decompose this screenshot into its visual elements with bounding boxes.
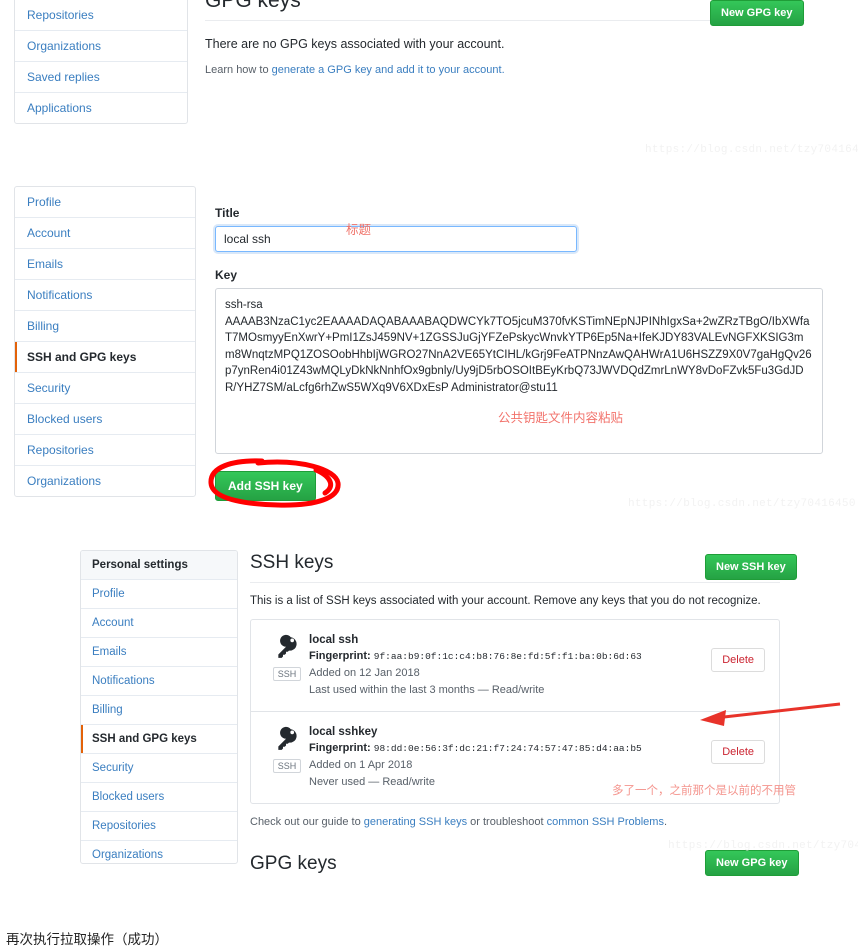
sidebar-item-organizations[interactable]: Organizations	[15, 31, 187, 62]
page-title-ssh-keys: SSH keys	[250, 552, 334, 573]
watermark: https://blog.csdn.net/tzy70416450	[668, 840, 858, 852]
gpg-learn-prefix: Learn how to	[205, 63, 272, 76]
sidebar-item-organizations[interactable]: Organizations	[81, 841, 237, 863]
watermark: https://blog.csdn.net/tzy70416450	[628, 498, 856, 510]
key-icon-column: SSH	[265, 724, 309, 773]
ssh-badge: SSH	[272, 758, 302, 773]
common-ssh-problems-link[interactable]: common SSH Problems	[547, 816, 664, 828]
gpg-learn-line: Learn how to generate a GPG key and add …	[205, 64, 805, 76]
sidebar-item-saved-replies[interactable]: Saved replies	[15, 62, 187, 93]
add-ssh-key-form-section: Profile Account Emails Notifications Bil…	[0, 186, 858, 506]
sidebar-item-ssh-and-gpg-keys[interactable]: SSH and GPG keys	[15, 342, 195, 373]
settings-sidebar-list: Personal settings Profile Account Emails…	[80, 550, 238, 864]
ssh-badge: SSH	[272, 666, 302, 681]
sidebar-item-repositories[interactable]: Repositories	[15, 435, 195, 466]
key-icon	[278, 634, 297, 658]
annotation-extra-key-label: 多了一个，之前那个是以前的不用管	[612, 783, 796, 797]
sidebar-item-ssh-and-gpg-keys[interactable]: SSH and GPG keys	[81, 725, 237, 754]
key-info: local sshkey Fingerprint: 98:dd:0e:56:3f…	[309, 724, 765, 791]
sidebar-item-account[interactable]: Account	[15, 218, 195, 249]
key-added-date: Added on 1 Apr 2018	[309, 758, 413, 771]
ssh-keys-list-section: Personal settings Profile Account Emails…	[0, 540, 858, 876]
sidebar-item-billing[interactable]: Billing	[15, 311, 195, 342]
title-field-label: Title	[215, 206, 240, 220]
add-ssh-key-button[interactable]: Add SSH key	[215, 471, 316, 501]
key-icon-column: SSH	[265, 632, 309, 681]
key-title: local ssh	[309, 633, 359, 646]
new-ssh-key-button[interactable]: New SSH key	[705, 554, 797, 580]
sidebar-item-emails[interactable]: Emails	[15, 249, 195, 280]
key-field-label: Key	[215, 268, 238, 282]
sidebar-item-profile[interactable]: Profile	[81, 580, 237, 609]
sidebar-item-notifications[interactable]: Notifications	[15, 280, 195, 311]
ssh-key-title-input[interactable]	[215, 226, 577, 252]
ssh-key-textarea[interactable]: ssh-rsa AAAAB3NzaC1yc2EAAAADAQABAAABAQDW…	[215, 288, 823, 454]
sidebar-item-security[interactable]: Security	[81, 754, 237, 783]
sidebar-item-organizations[interactable]: Organizations	[15, 466, 195, 496]
sidebar-item-emails[interactable]: Emails	[81, 638, 237, 667]
footnote-middle: or troubleshoot	[467, 815, 547, 828]
key-icon	[278, 726, 297, 750]
sidebar-item-repositories[interactable]: Repositories	[15, 0, 187, 31]
key-title: local sshkey	[309, 725, 378, 738]
title-divider	[250, 582, 780, 583]
sidebar-item-applications[interactable]: Applications	[15, 93, 187, 123]
sidebar-item-notifications[interactable]: Notifications	[81, 667, 237, 696]
sidebar-heading-personal-settings: Personal settings	[81, 551, 237, 580]
key-usage: Last used within the last 3 months — Rea…	[309, 683, 545, 696]
sidebar-item-account[interactable]: Account	[81, 609, 237, 638]
sidebar-item-profile[interactable]: Profile	[15, 187, 195, 218]
key-fingerprint-line: Fingerprint: 98:dd:0e:56:3f:dc:21:f7:24:…	[309, 740, 765, 757]
sidebar-item-security[interactable]: Security	[15, 373, 195, 404]
new-gpg-key-button-bottom[interactable]: New GPG key	[705, 850, 799, 876]
fingerprint-label: Fingerprint:	[309, 649, 371, 662]
page-title-gpg-keys-bottom: GPG keys	[250, 852, 337, 874]
watermark: https://blog.csdn.net/tzy70416450	[645, 144, 858, 156]
sidebar-item-repositories[interactable]: Repositories	[81, 812, 237, 841]
ssh-keys-main: SSH keys New SSH key This is a list of S…	[250, 550, 799, 882]
annotation-title-label: 标题	[346, 222, 372, 237]
settings-sidebar-top: Blocked users Repositories Organizations…	[14, 0, 188, 124]
ssh-keys-footnote: Check out our guide to generating SSH ke…	[250, 816, 780, 828]
gpg-empty-message: There are no GPG keys associated with yo…	[205, 37, 505, 51]
sidebar-item-blocked-users[interactable]: Blocked users	[81, 783, 237, 812]
sidebar-item-blocked-users[interactable]: Blocked users	[15, 404, 195, 435]
annotation-paste-label: 公共钥匙文件内容粘贴	[498, 410, 624, 425]
fingerprint-value: 98:dd:0e:56:3f:dc:21:f7:24:74:57:47:85:d…	[373, 742, 642, 754]
generating-ssh-keys-link[interactable]: generating SSH keys	[364, 816, 467, 828]
new-gpg-key-button[interactable]: New GPG key	[710, 0, 804, 26]
ssh-keys-description: This is a list of SSH keys associated wi…	[250, 595, 761, 607]
key-info: local ssh Fingerprint: 9f:aa:b9:0f:1c:c4…	[309, 632, 765, 699]
ssh-keys-box: SSH local ssh Fingerprint: 9f:aa:b9:0f:1…	[250, 618, 780, 804]
settings-sidebar-form: Profile Account Emails Notifications Bil…	[14, 186, 196, 497]
key-fingerprint-line: Fingerprint: 9f:aa:b9:0f:1c:c4:b8:76:8e:…	[309, 648, 765, 665]
ssh-key-row: SSH local ssh Fingerprint: 9f:aa:b9:0f:1…	[251, 620, 779, 711]
fingerprint-value: 9f:aa:b9:0f:1c:c4:b8:76:8e:fd:5f:f1:ba:0…	[373, 650, 642, 662]
bottom-caption: 再次执行拉取操作（成功）	[6, 932, 168, 948]
footnote-prefix: Check out our guide to	[250, 815, 364, 828]
key-added-date: Added on 12 Jan 2018	[309, 666, 420, 679]
fingerprint-label: Fingerprint:	[309, 741, 371, 754]
delete-key-button[interactable]: Delete	[711, 739, 765, 764]
sidebar-item-billing[interactable]: Billing	[81, 696, 237, 725]
delete-key-button[interactable]: Delete	[711, 647, 765, 672]
gpg-learn-link[interactable]: generate a GPG key and add it to your ac…	[272, 64, 505, 76]
footnote-suffix: .	[663, 815, 668, 828]
